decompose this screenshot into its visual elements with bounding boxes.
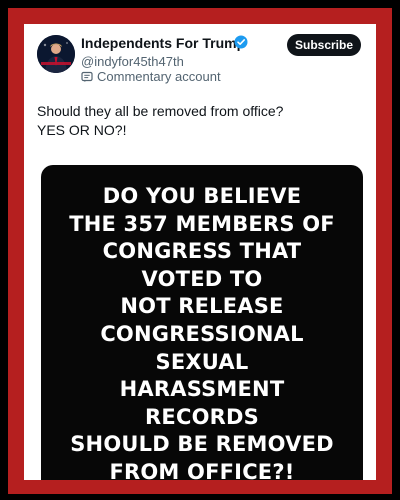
post-text-line: Should they all be removed from office? (37, 103, 284, 119)
commentary-account-icon (81, 71, 93, 82)
account-handle[interactable]: @indyfor45th47th (81, 54, 184, 69)
subscribe-button[interactable]: Subscribe (287, 34, 361, 56)
avatar-image (37, 35, 75, 73)
meme-line: HARASSMENT (119, 377, 285, 402)
meme-line: CONGRESS THAT (102, 239, 302, 264)
meme-line: THE 357 MEMBERS OF (69, 211, 335, 236)
meme-line: RECORDS (145, 404, 259, 429)
meme-line: CONGRESSIONAL (100, 321, 304, 346)
avatar[interactable] (37, 35, 75, 73)
meme-line: SEXUAL (155, 349, 249, 374)
meme-line: DO YOU BELIEVE (102, 184, 302, 208)
post-text-line: YES OR NO?! (37, 122, 127, 138)
verified-badge-icon (234, 35, 248, 49)
display-name[interactable]: Independents For Trump (81, 35, 245, 51)
commentary-account-label: Commentary account (97, 69, 221, 84)
post-card: Independents For Trump @indyfor45th47th … (24, 24, 376, 480)
meme-line: NOT RELEASE (120, 294, 284, 319)
meme-line: VOTED TO (141, 266, 263, 291)
post-text: Should they all be removed from office? … (37, 102, 367, 140)
meme-image[interactable]: DO YOU BELIEVE THE 357 MEMBERS OF CONGRE… (41, 165, 363, 480)
meme-line: SHOULD BE REMOVED (70, 432, 334, 457)
meme-text: DO YOU BELIEVE THE 357 MEMBERS OF CONGRE… (41, 183, 363, 480)
meme-line: FROM OFFICE?! (109, 459, 295, 480)
